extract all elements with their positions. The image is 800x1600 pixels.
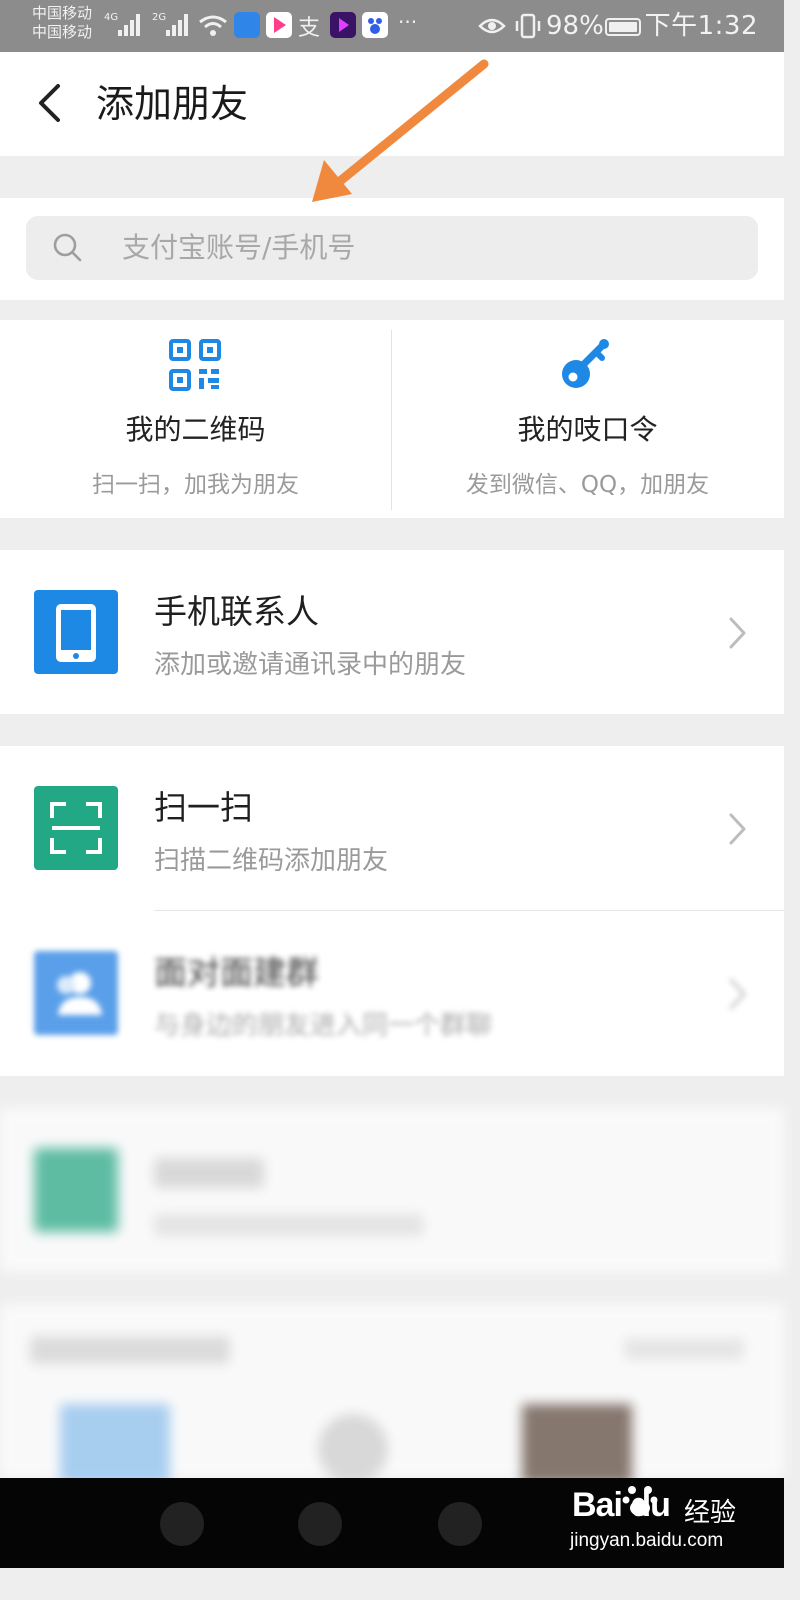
video-app-icon bbox=[330, 12, 356, 38]
scan-title: 扫一扫 bbox=[154, 788, 253, 827]
suggested-header bbox=[30, 1336, 230, 1364]
blurred-title bbox=[154, 1158, 264, 1188]
youku-app-icon bbox=[266, 12, 292, 38]
face-to-face-title: 面对面建群 bbox=[154, 953, 319, 992]
page-title: 添加朋友 bbox=[96, 82, 249, 126]
chevron-right-icon bbox=[729, 813, 746, 845]
list-item-face-to-face-group[interactable]: 面对面建群 与身边的朋友进入同一个群聊 bbox=[0, 911, 784, 1075]
quick-actions: 我的二维码 扫一扫，加我为朋友 我的吱口令 发到微信、QQ，加朋友 bbox=[0, 320, 784, 518]
battery-icon bbox=[605, 18, 641, 36]
watermark-cn: 经验 bbox=[684, 1498, 737, 1528]
eye-comfort-icon bbox=[478, 18, 506, 34]
list-item-scan[interactable]: 扫一扫 扫描二维码添加朋友 bbox=[0, 746, 784, 910]
shield-app-icon bbox=[234, 12, 260, 38]
nav-button[interactable] bbox=[160, 1502, 204, 1546]
my-qr-code-button[interactable]: 我的二维码 扫一扫，加我为朋友 bbox=[0, 320, 391, 518]
suggested-more bbox=[624, 1338, 744, 1360]
avatar bbox=[522, 1404, 632, 1484]
nav-button[interactable] bbox=[438, 1502, 482, 1546]
baidu-paw-icon bbox=[622, 1486, 658, 1516]
nav-button[interactable] bbox=[298, 1502, 342, 1546]
carrier-labels: 中国移动 中国移动 bbox=[32, 4, 92, 42]
vibrate-icon bbox=[515, 13, 541, 39]
clock: 下午1:32 bbox=[644, 11, 758, 41]
people-icon bbox=[34, 951, 118, 1035]
baidu-jingyan-watermark: Bai du 经验 jingyan.baidu.com bbox=[566, 1478, 766, 1568]
my-zhi-command-sub: 发到微信、QQ，加朋友 bbox=[465, 472, 710, 498]
phone-contacts-sub: 添加或邀请通讯录中的朋友 bbox=[154, 650, 467, 680]
network-type-2: 2G bbox=[152, 12, 167, 23]
key-icon bbox=[562, 339, 609, 388]
suggested-people-section bbox=[0, 1304, 784, 1484]
network-type-1: 4G bbox=[104, 12, 119, 23]
contacts-section: 手机联系人 添加或邀请通讯录中的朋友 bbox=[0, 550, 784, 714]
alipay-app-icon: 支 bbox=[298, 16, 321, 41]
avatar bbox=[60, 1404, 170, 1484]
carrier-1: 中国移动 bbox=[32, 4, 93, 22]
status-bar: 中国移动 中国移动 4G 2G 支 ··· 98% 下午1:32 bbox=[0, 0, 784, 52]
wifi-icon bbox=[199, 15, 227, 36]
blurred-tile-icon bbox=[34, 1148, 118, 1232]
watermark-url: jingyan.baidu.com bbox=[570, 1530, 724, 1551]
search-placeholder: 支付宝账号/手机号 bbox=[122, 231, 356, 264]
signal-icon-2 bbox=[166, 14, 192, 36]
qr-code-icon bbox=[169, 339, 221, 391]
face-to-face-sub: 与身边的朋友进入同一个群聊 bbox=[154, 1011, 493, 1041]
signal-icon bbox=[118, 14, 144, 36]
back-arrow-icon[interactable] bbox=[28, 80, 74, 126]
baidu-app-icon bbox=[362, 12, 388, 38]
chevron-right-icon bbox=[729, 617, 746, 649]
scan-group-section: 扫一扫 扫描二维码添加朋友 面对面建群 与身边的朋友进入同一个群聊 bbox=[0, 746, 784, 1076]
search-icon bbox=[53, 233, 82, 262]
scan-icon bbox=[34, 786, 118, 870]
avatar bbox=[318, 1414, 388, 1484]
scan-sub: 扫描二维码添加朋友 bbox=[154, 846, 389, 876]
phone-icon bbox=[34, 590, 118, 674]
more-notifications-icon: ··· bbox=[398, 10, 418, 34]
my-qr-code-sub: 扫一扫，加我为朋友 bbox=[92, 472, 299, 498]
blurred-sub bbox=[154, 1214, 424, 1236]
blurred-section bbox=[0, 1108, 784, 1272]
battery-percent: 98% bbox=[546, 11, 604, 41]
annotation-arrow bbox=[312, 59, 489, 202]
my-zhi-command-label: 我的吱口令 bbox=[517, 413, 658, 446]
my-qr-code-label: 我的二维码 bbox=[125, 413, 266, 446]
my-zhi-command-button[interactable]: 我的吱口令 发到微信、QQ，加朋友 bbox=[392, 320, 783, 518]
chevron-right-icon bbox=[729, 978, 746, 1010]
search-input[interactable]: 支付宝账号/手机号 bbox=[26, 216, 758, 280]
carrier-2: 中国移动 bbox=[32, 23, 93, 41]
list-item-phone-contacts[interactable]: 手机联系人 添加或邀请通讯录中的朋友 bbox=[0, 550, 784, 714]
phone-contacts-title: 手机联系人 bbox=[154, 592, 319, 631]
list-item-blurred bbox=[0, 1108, 784, 1272]
